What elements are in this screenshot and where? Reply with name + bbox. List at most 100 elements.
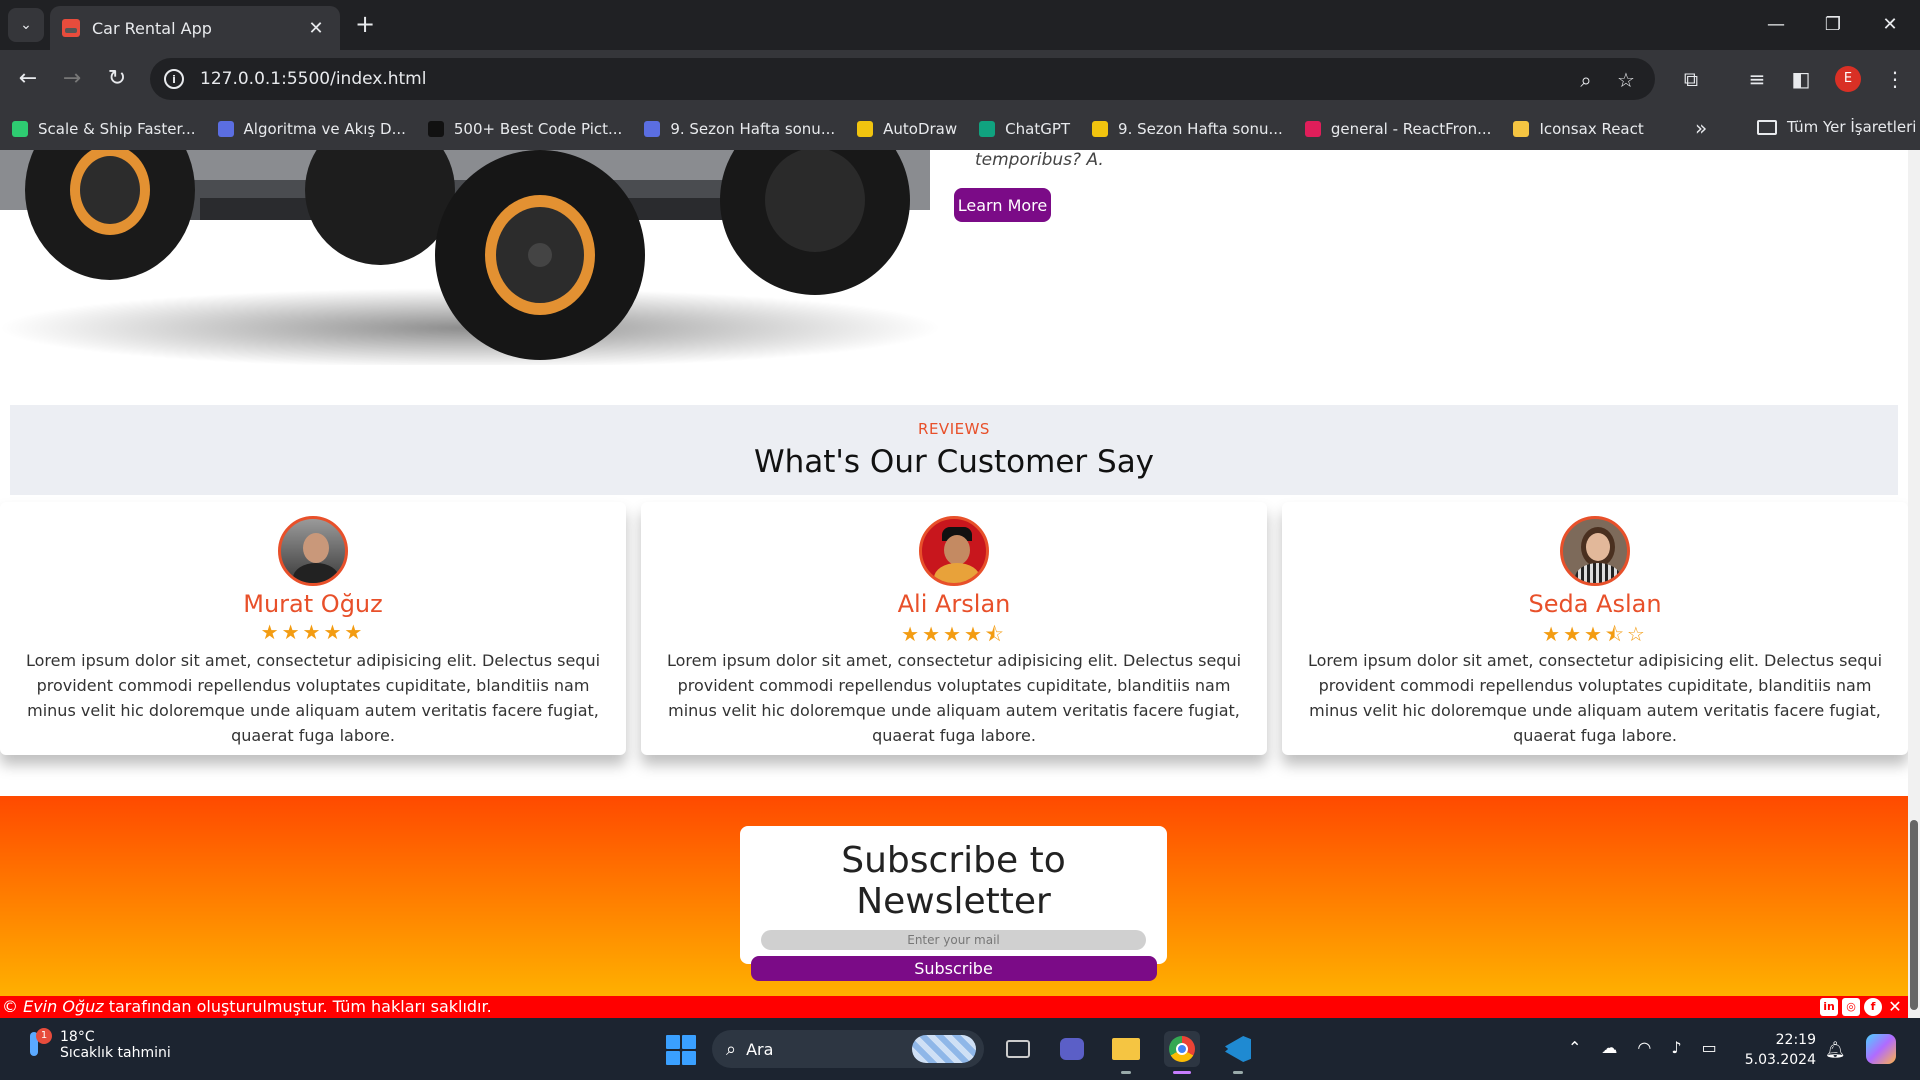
- star-rating: ★★★★⯪: [901, 622, 1007, 646]
- reviewer-name: Murat Oğuz: [243, 590, 383, 618]
- zoom-icon[interactable]: ⌕: [1573, 67, 1599, 93]
- all-bookmarks-button[interactable]: Tüm Yer İşaretleri: [1757, 118, 1916, 136]
- bookmark-favicon-icon: [1092, 121, 1109, 137]
- avatar: [278, 516, 348, 586]
- bookmark-star-icon[interactable]: ☆: [1613, 67, 1639, 93]
- linkedin-icon[interactable]: in: [1820, 998, 1838, 1016]
- teams-icon[interactable]: [1054, 1031, 1090, 1067]
- scrollbar[interactable]: [1908, 150, 1920, 1018]
- site-info-icon[interactable]: i: [164, 69, 184, 89]
- system-tray: ⌃ ☁ ◠ ♪ ▭: [1568, 1038, 1737, 1057]
- review-card: Seda Aslan ★★★⯪☆ Lorem ipsum dolor sit a…: [1282, 502, 1908, 755]
- time: 22:19: [1775, 1032, 1816, 1048]
- tab-bar: ⌄ Car Rental App ✕ + — ❐ ✕: [0, 0, 1920, 50]
- bookmark-item[interactable]: 9. Sezon Hafta sonu...: [644, 120, 835, 138]
- bookmark-item[interactable]: 500+ Best Code Pict...: [427, 120, 622, 138]
- bookmark-item[interactable]: Scale & Ship Faster...: [12, 120, 196, 138]
- back-button[interactable]: ←: [13, 64, 43, 94]
- facebook-icon[interactable]: f: [1864, 998, 1882, 1016]
- restore-button[interactable]: ❐: [1813, 10, 1853, 40]
- footer-author: Evin Oğuz: [23, 997, 104, 1016]
- bookmark-favicon-icon: [1304, 121, 1321, 137]
- chrome-icon[interactable]: [1164, 1031, 1200, 1074]
- subscribe-button[interactable]: Subscribe: [750, 956, 1157, 981]
- bookmark-item[interactable]: ChatGPT: [979, 120, 1070, 138]
- review-card: Ali Arslan ★★★★⯪ Lorem ipsum dolor sit a…: [641, 502, 1267, 755]
- review-text: Lorem ipsum dolor sit amet, consectetur …: [666, 651, 1242, 745]
- thermometer-icon: 1: [22, 1028, 52, 1062]
- file-explorer-icon[interactable]: [1108, 1031, 1144, 1074]
- menu-icon[interactable]: ⋮: [1880, 64, 1910, 94]
- close-window-button[interactable]: ✕: [1870, 10, 1910, 40]
- avatar: [919, 516, 989, 586]
- bookmark-favicon-icon: [217, 121, 234, 137]
- url-text[interactable]: 127.0.0.1:5500/index.html: [200, 69, 426, 89]
- clock[interactable]: 22:19 5.03.2024: [1740, 1030, 1816, 1070]
- bookmark-item[interactable]: Algoritma ve Akış D...: [217, 120, 406, 138]
- x-icon[interactable]: ✕: [1886, 998, 1904, 1016]
- taskbar-search[interactable]: ⌕ Ara: [712, 1030, 984, 1068]
- bookmark-item[interactable]: general - ReactFron...: [1304, 120, 1491, 138]
- onedrive-icon[interactable]: ☁: [1601, 1038, 1617, 1057]
- bookmark-favicon-icon: [427, 121, 444, 137]
- battery-icon[interactable]: ▭: [1702, 1038, 1717, 1057]
- star-rating: ★★★⯪☆: [1542, 622, 1648, 646]
- reviewer-name: Seda Aslan: [1528, 590, 1662, 618]
- copilot-icon[interactable]: [1866, 1034, 1896, 1064]
- task-view-icon[interactable]: [1000, 1031, 1036, 1067]
- avatar: [1560, 516, 1630, 586]
- wifi-icon[interactable]: ◠: [1637, 1038, 1651, 1057]
- review-text: Lorem ipsum dolor sit amet, consectetur …: [25, 651, 601, 745]
- bookmark-item[interactable]: Iconsax React: [1513, 120, 1644, 138]
- instagram-icon[interactable]: ◎: [1842, 998, 1860, 1016]
- newsletter-box: Subscribe to Newsletter Subscribe: [740, 826, 1167, 981]
- new-tab-button[interactable]: +: [352, 12, 378, 38]
- extensions-icon[interactable]: ⧉: [1676, 64, 1706, 94]
- footer: © Evin Oğuz tarafından oluşturulmuştur. …: [0, 996, 1908, 1018]
- bookmark-favicon-icon: [12, 121, 28, 137]
- tab-car-rental[interactable]: Car Rental App ✕: [50, 6, 340, 50]
- minimize-button[interactable]: —: [1756, 10, 1796, 40]
- star-rating: ★★★★★: [260, 620, 366, 644]
- browser-toolbar: ← → ↻ i 127.0.0.1:5500/index.html ⌕ ☆ ⧉ …: [0, 50, 1920, 108]
- date: 5.03.2024: [1744, 1052, 1816, 1068]
- more-bookmarks-icon[interactable]: »: [1695, 116, 1707, 140]
- reload-button[interactable]: ↻: [102, 64, 132, 94]
- hero-description: temporibus? A.: [975, 150, 1104, 170]
- profile-avatar[interactable]: E: [1835, 66, 1861, 92]
- close-tab-icon[interactable]: ✕: [304, 16, 328, 40]
- chevron-up-icon[interactable]: ⌃: [1568, 1038, 1581, 1057]
- bookmark-item[interactable]: 9. Sezon Hafta sonu...: [1092, 120, 1283, 138]
- volume-icon[interactable]: ♪: [1671, 1038, 1681, 1057]
- reviews-kicker: REVIEWS: [918, 420, 990, 438]
- email-input[interactable]: [761, 930, 1146, 950]
- newsletter-section: Subscribe to Newsletter Subscribe: [0, 796, 1908, 996]
- vscode-icon[interactable]: [1220, 1031, 1256, 1074]
- reviews-header: REVIEWS What's Our Customer Say: [10, 405, 1898, 495]
- reviews-title: What's Our Customer Say: [753, 444, 1155, 480]
- notification-bell-icon[interactable]: 🔔︎: [1825, 1040, 1845, 1059]
- bookmark-favicon-icon: [979, 121, 996, 137]
- media-control-icon[interactable]: ≡: [1742, 64, 1772, 94]
- tab-search-button[interactable]: ⌄: [8, 8, 44, 42]
- weather-badge: 1: [36, 1028, 52, 1044]
- copyright-symbol: ©: [2, 997, 18, 1016]
- start-button[interactable]: [666, 1035, 696, 1065]
- learn-more-button[interactable]: Learn More: [954, 188, 1051, 222]
- taskbar: 1 18°C Sıcaklık tahmini ⌕ Ara ⌃ ☁ ◠ ♪ ▭ …: [0, 1018, 1920, 1080]
- search-label: Ara: [746, 1039, 774, 1059]
- weather-widget[interactable]: 1 18°C Sıcaklık tahmini: [22, 1028, 171, 1062]
- forward-button[interactable]: →: [57, 64, 87, 94]
- side-panel-icon[interactable]: ◧: [1786, 64, 1816, 94]
- bookmark-item[interactable]: AutoDraw: [857, 120, 957, 138]
- address-bar[interactable]: i 127.0.0.1:5500/index.html ⌕ ☆: [150, 58, 1655, 100]
- search-icon: ⌕: [726, 1038, 737, 1060]
- temperature: 18°C: [60, 1029, 95, 1045]
- bookmark-favicon-icon: [857, 121, 874, 137]
- newsletter-title: Subscribe to Newsletter: [841, 840, 1066, 922]
- review-text: Lorem ipsum dolor sit amet, consectetur …: [1307, 651, 1883, 745]
- search-highlight-icon: [912, 1035, 976, 1063]
- review-card: Murat Oğuz ★★★★★ Lorem ipsum dolor sit a…: [0, 502, 626, 755]
- scrollbar-thumb[interactable]: [1910, 820, 1918, 1010]
- jeep-image: [0, 150, 940, 365]
